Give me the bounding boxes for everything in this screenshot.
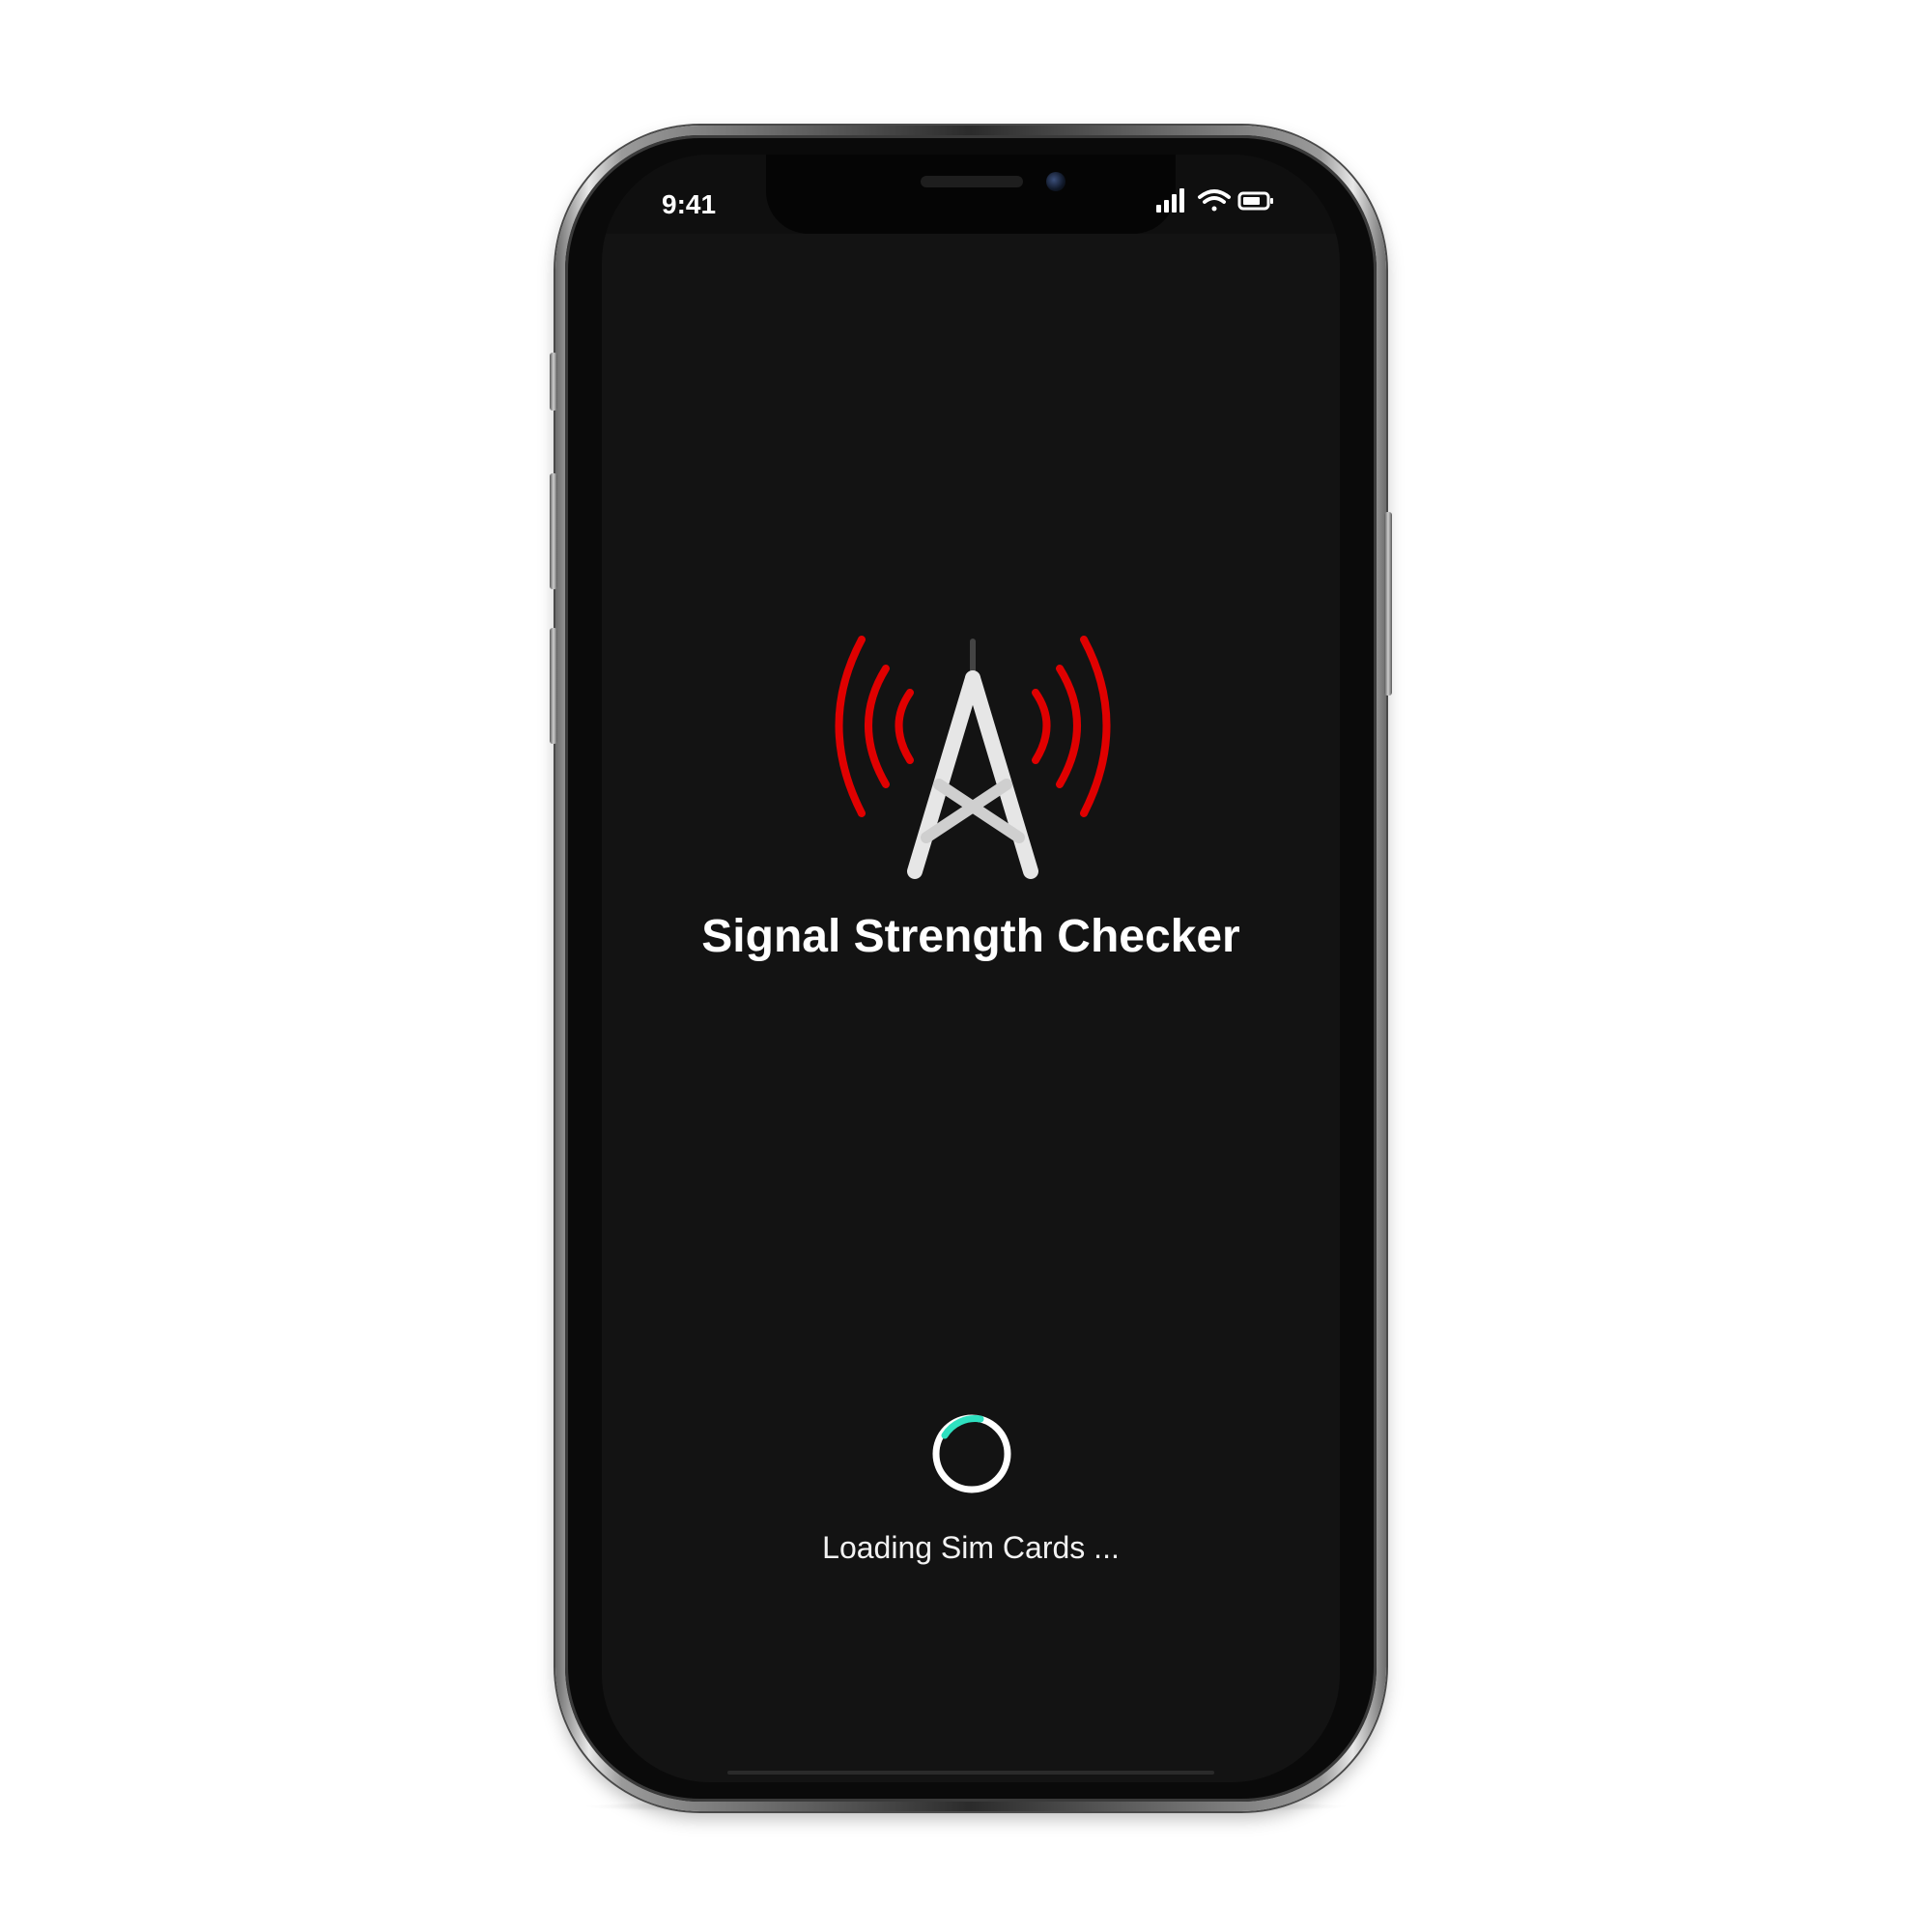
- volume-down-button: [550, 628, 557, 744]
- signal-wave-left-outer: [835, 636, 866, 817]
- mockup-stage: 9:41 Signal Strength Checker Loading Sim…: [0, 0, 1932, 1932]
- wifi-icon: [1198, 189, 1231, 212]
- cellular-signal-icon: [1156, 188, 1184, 213]
- home-indicator[interactable]: [727, 1771, 1214, 1775]
- signal-wave-right-middle: [1056, 665, 1081, 788]
- app-title: Signal Strength Checker: [701, 911, 1240, 962]
- battery-icon: [1237, 191, 1273, 211]
- notch: [766, 155, 1176, 234]
- loading-message: Loading Sim Cards ...: [822, 1530, 1120, 1565]
- status-time: 9:41: [662, 189, 717, 219]
- cell-tower-icon: [818, 582, 1127, 891]
- loading-spinner-icon: [930, 1412, 1013, 1495]
- status-bar: 9:41: [602, 155, 1340, 234]
- signal-wave-left-inner: [895, 689, 914, 764]
- mute-switch: [550, 353, 557, 411]
- signal-wave-right-inner: [1032, 689, 1051, 764]
- power-button: [1384, 512, 1392, 696]
- volume-up-button: [550, 473, 557, 589]
- signal-wave-left-middle: [865, 665, 890, 788]
- signal-wave-right-outer: [1080, 636, 1111, 817]
- earpiece-speaker: [921, 176, 1023, 187]
- phone-frame: 9:41 Signal Strength Checker Loading Sim…: [550, 126, 1392, 1811]
- splash-content: Signal Strength Checker Loading Sim Card…: [602, 234, 1340, 1782]
- front-camera: [1046, 172, 1065, 191]
- phone-screen: 9:41 Signal Strength Checker Loading Sim…: [602, 155, 1340, 1782]
- status-icons: [1156, 184, 1301, 222]
